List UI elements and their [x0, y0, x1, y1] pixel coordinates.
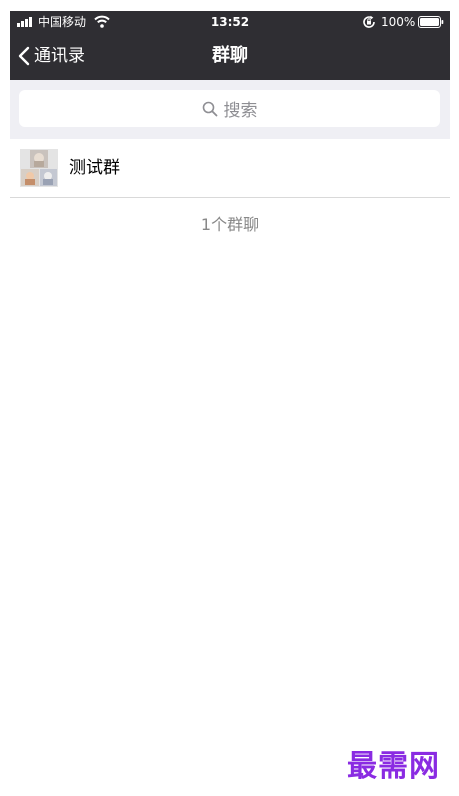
search-placeholder: 搜索	[223, 101, 258, 121]
group-count-label: 1个群聊	[200, 215, 260, 234]
phone-screen: 中国移动 13:52 100% 通讯录 群聊 搜索 测试群 1个群聊	[10, 11, 450, 796]
group-avatar-collage-image	[20, 149, 58, 187]
page-title: 群聊	[212, 45, 248, 66]
status-bar: 中国移动 13:52 100%	[10, 11, 450, 33]
page: 中国移动 13:52 100% 通讯录 群聊 搜索 测试群 1个群聊 最需网	[0, 0, 459, 796]
search-area: 搜索	[10, 80, 450, 139]
battery-percent: 100%	[381, 15, 416, 29]
group-list-item[interactable]: 测试群	[10, 139, 450, 198]
battery-icon	[418, 16, 444, 28]
group-avatar	[20, 149, 58, 187]
group-name: 测试群	[69, 158, 120, 178]
search-input[interactable]: 搜索	[19, 90, 440, 127]
rotation-lock-icon	[363, 15, 375, 28]
search-icon	[202, 101, 217, 116]
navigation-bar: 通讯录 群聊	[10, 33, 450, 80]
watermark-logo: 最需网	[347, 749, 440, 784]
